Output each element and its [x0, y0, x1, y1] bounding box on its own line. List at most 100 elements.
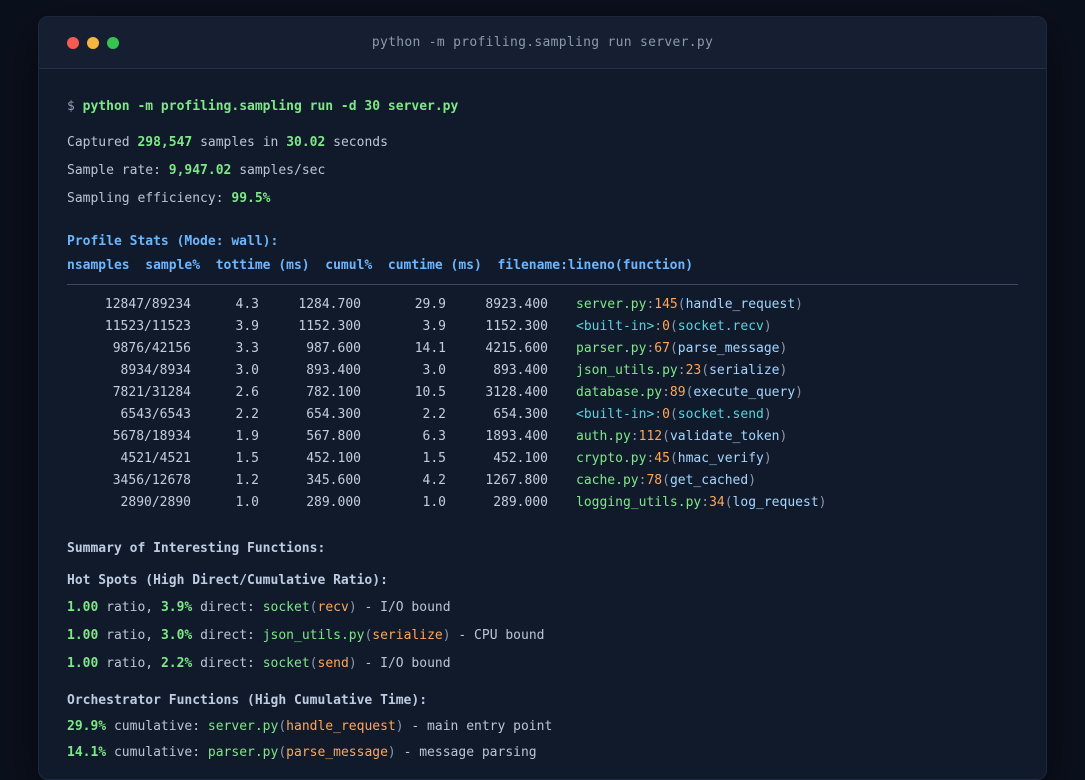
- duration-value: 30.02: [286, 135, 326, 150]
- nsamples-cell: 5678/18934: [112, 429, 191, 444]
- filename: database.py: [576, 385, 663, 400]
- cumulative-label: cumulative:: [113, 745, 201, 760]
- cumul-pct-cell: 1.0: [422, 495, 446, 510]
- shell-prompt: $: [67, 99, 75, 114]
- minimize-button[interactable]: [87, 36, 99, 49]
- cumul-pct-cell: 29.9: [414, 297, 446, 312]
- close-paren: ): [795, 297, 803, 312]
- filename: <built-in>: [576, 319, 655, 334]
- sample-pct-cell: 2.6: [235, 385, 259, 400]
- close-paren: ): [348, 600, 357, 615]
- sample-pct-cell: 3.0: [235, 363, 259, 378]
- location-cell: server.py:145(handle_request): [548, 294, 1018, 316]
- titlebar[interactable]: python -m profiling.sampling run server.…: [39, 17, 1046, 69]
- location-cell: cache.py:78(get_cached): [548, 470, 1018, 492]
- close-paren: ): [348, 656, 357, 671]
- close-paren: ): [387, 745, 396, 760]
- close-paren: ): [795, 385, 803, 400]
- cumul-pct-cell: 1.5: [422, 451, 446, 466]
- sample-pct-cell: 1.0: [235, 495, 259, 510]
- function-name: parse_message: [286, 745, 388, 760]
- hot-spot-item: 1.00 ratio, 3.0% direct: json_utils.py(s…: [67, 622, 1018, 650]
- tottime-cell: 782.100: [306, 385, 361, 400]
- close-paren: ): [779, 363, 788, 378]
- close-paren: ): [779, 341, 788, 356]
- captured-label: Captured: [67, 135, 130, 150]
- filename: auth.py: [576, 429, 631, 444]
- captured-line: Captured 298,547 samples in 30.02 second…: [67, 129, 1018, 157]
- filename: server.py: [576, 297, 647, 312]
- ratio-value: 1.00: [67, 628, 99, 643]
- table-row: 9876/42156 3.3 987.600 14.1 4215.600 parser.p…: [67, 338, 1018, 360]
- colon: :: [654, 319, 663, 334]
- samples-label: samples in: [200, 135, 279, 150]
- open-paren: (: [669, 451, 678, 466]
- cumtime-cell: 893.400: [493, 363, 548, 378]
- rate-value: 9,947.02: [168, 163, 232, 178]
- direct-label: direct:: [200, 656, 255, 671]
- lineno: 0: [662, 319, 670, 334]
- cumul-pct-cell: 14.1: [414, 341, 446, 356]
- location-cell: database.py:89(execute_query): [548, 382, 1018, 404]
- sample-pct-cell: 3.3: [235, 341, 259, 356]
- colon: :: [701, 495, 710, 510]
- tottime-cell: 654.300: [306, 407, 361, 422]
- nsamples-cell: 4521/4521: [120, 451, 191, 466]
- cumtime-cell: 8923.400: [485, 297, 548, 312]
- table-row: 12847/89234 4.3 1284.700 29.9 8923.400 server…: [67, 294, 1018, 316]
- table-row: 8934/8934 3.0 893.400 3.0 893.400 json_utils.…: [67, 360, 1018, 382]
- close-paren: ): [763, 407, 772, 422]
- colon: :: [654, 407, 663, 422]
- lineno: 45: [654, 451, 670, 466]
- function-name: serialize: [709, 363, 780, 378]
- table-row: 11523/11523 3.9 1152.300 3.9 1152.300 <built-…: [67, 316, 1018, 338]
- nsamples-cell: 11523/11523: [104, 319, 191, 334]
- close-button[interactable]: [67, 36, 79, 49]
- note-text: - CPU bound: [458, 628, 545, 643]
- open-paren: (: [309, 600, 318, 615]
- cumul-pct-cell: 3.0: [422, 363, 446, 378]
- filename: json_utils.py: [576, 363, 678, 378]
- efficiency-value: 99.5%: [231, 191, 271, 206]
- window-controls: [67, 36, 119, 49]
- lineno: 112: [638, 429, 663, 444]
- cumtime-cell: 1893.400: [485, 429, 548, 444]
- colon: :: [630, 429, 639, 444]
- location-cell: crypto.py:45(hmac_verify): [548, 448, 1018, 470]
- note-text: - message parsing: [403, 745, 537, 760]
- terminal-output[interactable]: $ python -m profiling.sampling run -d 30…: [39, 69, 1046, 779]
- rate-unit: samples/sec: [239, 163, 326, 178]
- target-name: socket: [262, 656, 310, 671]
- open-paren: (: [724, 495, 733, 510]
- sample-pct-cell: 3.9: [235, 319, 259, 334]
- open-paren: (: [309, 656, 318, 671]
- cumul-pct-cell: 2.2: [422, 407, 446, 422]
- table-row: 3456/12678 1.2 345.600 4.2 1267.800 cache.py:…: [67, 470, 1018, 492]
- stats-columns: nsamples sample% tottime (ms) cumul% cum…: [67, 258, 694, 273]
- cumtime-cell: 3128.400: [485, 385, 548, 400]
- direct-pct: 3.9%: [160, 600, 193, 615]
- samples-count: 298,547: [137, 135, 193, 150]
- hot-spots-heading: Hot Spots (High Direct/Cumulative Ratio)…: [67, 573, 388, 588]
- lineno: 23: [685, 363, 702, 378]
- nsamples-cell: 6543/6543: [120, 407, 191, 422]
- function-name: socket.recv: [677, 319, 764, 334]
- orchestrators-heading: Orchestrator Functions (High Cumulative …: [67, 693, 428, 708]
- stats-rows: 12847/89234 4.3 1284.700 29.9 8923.400 server…: [67, 294, 1018, 514]
- function-name: handle_request: [286, 719, 396, 734]
- open-paren: (: [278, 745, 287, 760]
- hot-spot-item: 1.00 ratio, 2.2% direct: socket(send) - …: [67, 650, 1018, 678]
- function-name: validate_token: [669, 429, 780, 444]
- location-cell: json_utils.py:23(serialize): [548, 360, 1018, 382]
- table-row: 7821/31284 2.6 782.100 10.5 3128.400 database…: [67, 382, 1018, 404]
- colon: :: [662, 385, 670, 400]
- nsamples-cell: 2890/2890: [120, 495, 191, 510]
- target-name: json_utils.py: [262, 628, 365, 643]
- cumtime-cell: 654.300: [493, 407, 548, 422]
- maximize-button[interactable]: [107, 36, 119, 49]
- function-name: get_cached: [669, 473, 749, 488]
- ratio-label: ratio,: [106, 656, 154, 671]
- function-name: serialize: [372, 628, 443, 643]
- function-name: hmac_verify: [677, 451, 764, 466]
- target-name: socket: [262, 600, 310, 615]
